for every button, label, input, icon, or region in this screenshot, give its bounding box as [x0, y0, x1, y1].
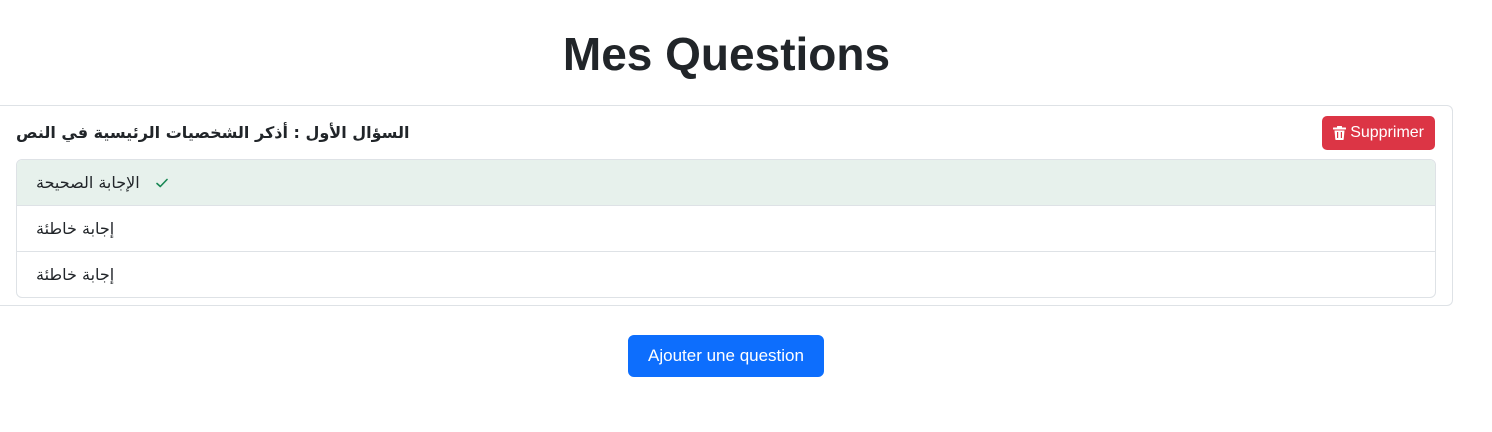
- answer-item-correct[interactable]: الإجابة الصحيحة: [17, 160, 1435, 205]
- question-card: السؤال الأول : أذكر الشخصيات الرئيسية في…: [0, 105, 1453, 306]
- question-text: السؤال الأول : أذكر الشخصيات الرئيسية في…: [16, 123, 410, 142]
- answer-item[interactable]: إجابة خاطئة: [17, 251, 1435, 297]
- answer-text: إجابة خاطئة: [36, 219, 115, 238]
- delete-button[interactable]: Supprimer: [1322, 116, 1435, 150]
- trash-icon: [1333, 126, 1347, 140]
- page: Mes Questions السؤال الأول : أذكر الشخصي…: [0, 0, 1492, 432]
- delete-button-label: Supprimer: [1350, 124, 1424, 141]
- answer-text: الإجابة الصحيحة: [36, 173, 140, 192]
- answer-list: الإجابة الصحيحة إجابة خاطئة إجابة خاطئة: [16, 159, 1436, 298]
- page-title: Mes Questions: [562, 28, 891, 80]
- answer-item[interactable]: إجابة خاطئة: [17, 205, 1435, 251]
- add-question-button[interactable]: Ajouter une question: [628, 335, 824, 377]
- check-icon: [155, 178, 168, 188]
- answer-text: إجابة خاطئة: [36, 265, 115, 284]
